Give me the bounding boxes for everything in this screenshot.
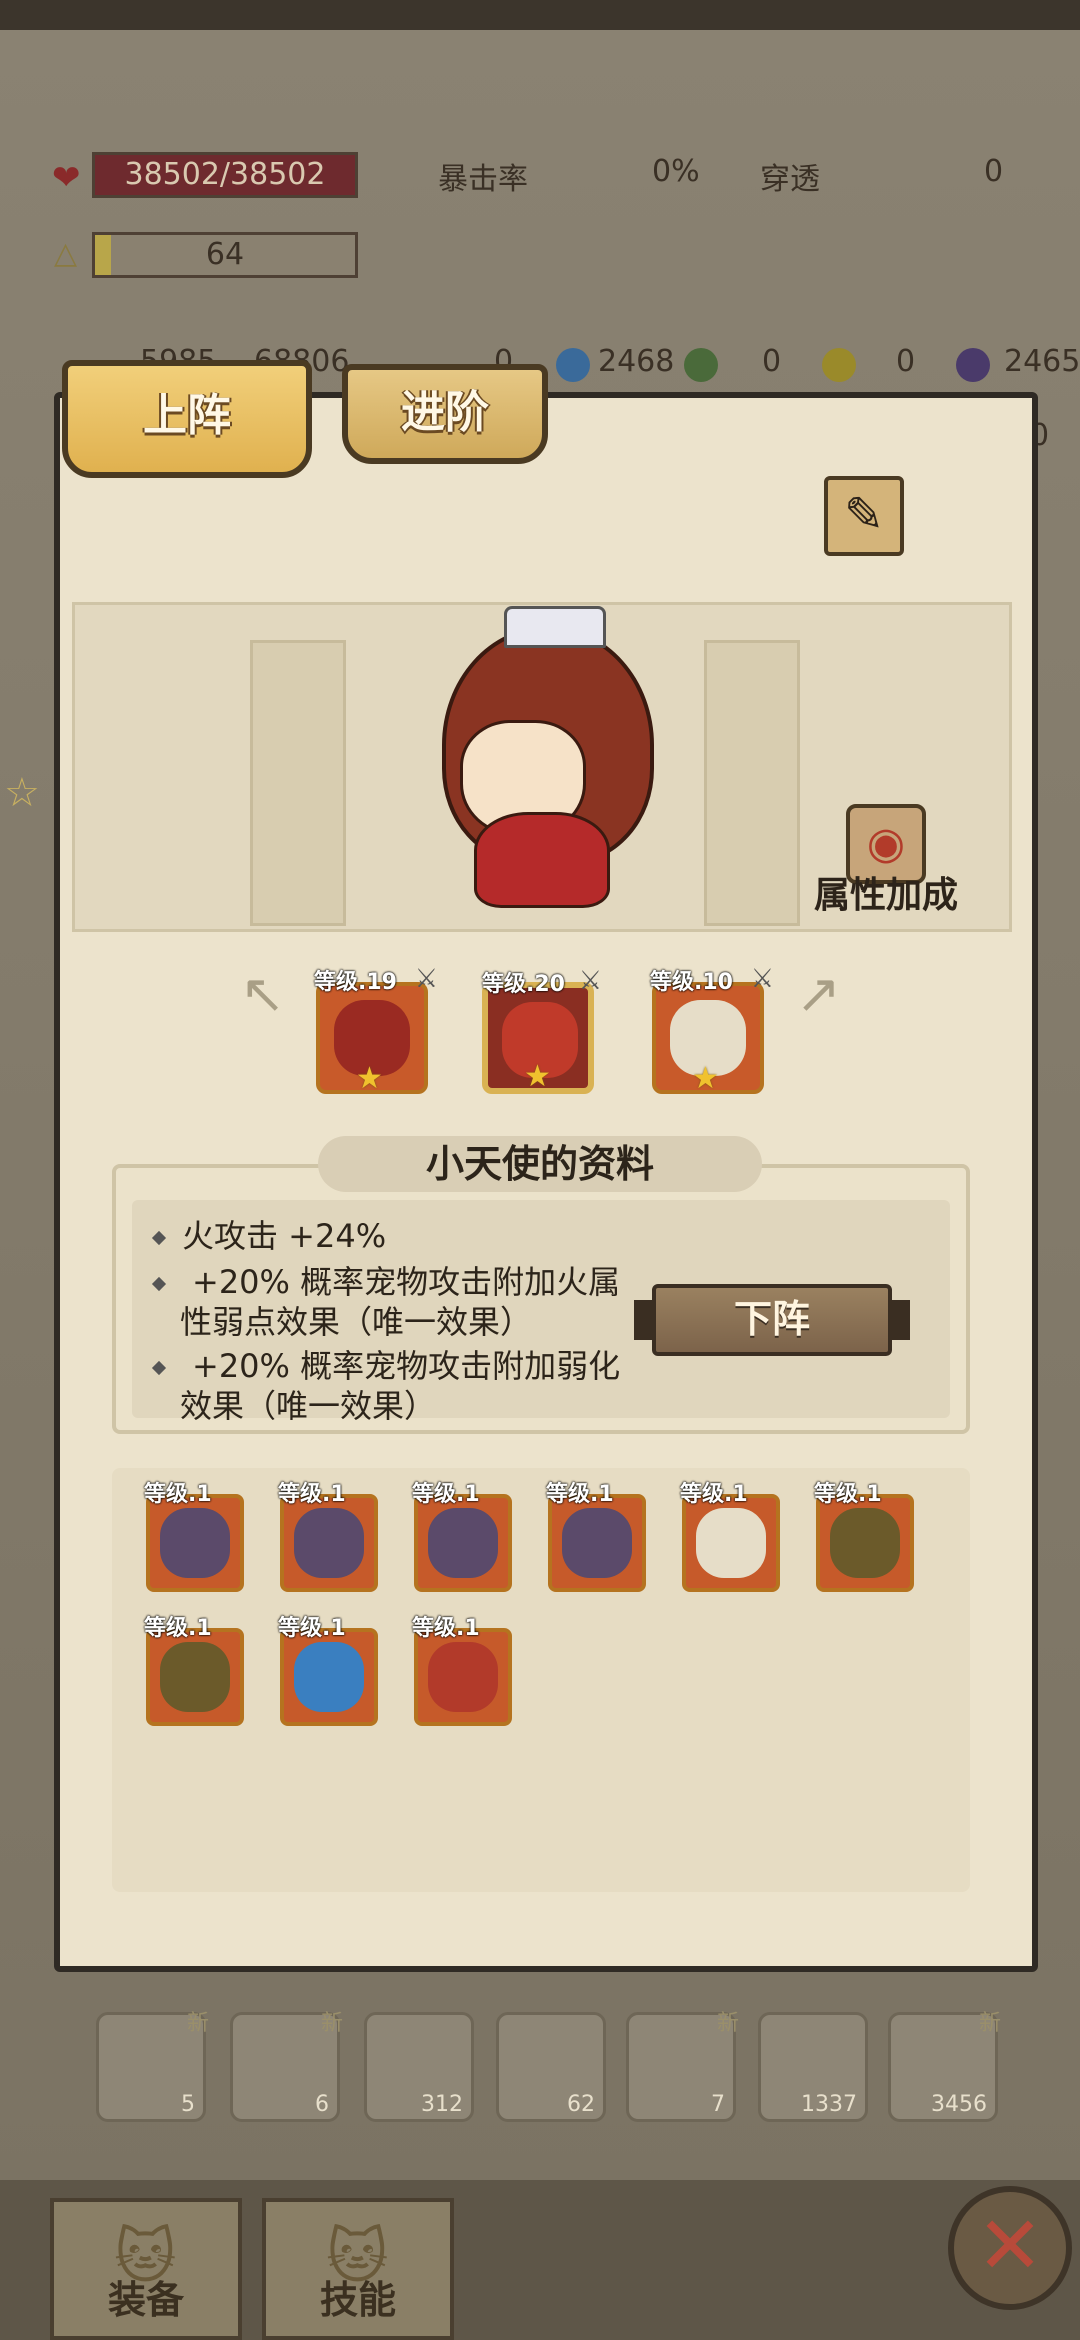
inventory-pet-slot[interactable]: 等级.1	[412, 1616, 512, 1726]
skills-tab[interactable]: 🐱 技能	[262, 2198, 454, 2340]
wind-icon	[684, 348, 718, 382]
pierce-label: 穿透	[760, 162, 820, 197]
tab-deploy[interactable]: 上阵	[62, 360, 312, 478]
stage-pillar	[250, 640, 346, 926]
bonus-line-cont: 效果（唯一效果）	[180, 1387, 437, 1425]
heart-icon: ❤	[52, 158, 81, 198]
bonus-line: +20% 概率宠物攻击附加火属	[151, 1262, 654, 1302]
top-edge	[0, 0, 1080, 30]
pierce-value: 0	[984, 154, 1004, 189]
inventory-pet-slot[interactable]: 等级.1	[814, 1482, 914, 1592]
dark-icon	[956, 348, 990, 382]
edit-button[interactable]: ✎	[824, 476, 904, 556]
rock-golem-pet-icon	[428, 1508, 498, 1578]
bg-item-slot: 62	[496, 2012, 606, 2122]
stat-value: 0	[762, 344, 782, 379]
bonus-line: +20% 概率宠物攻击附加弱化	[151, 1346, 654, 1386]
arrow-left-icon: ↖	[240, 962, 286, 1025]
pet-info-title: 小天使的资料	[318, 1136, 762, 1192]
equipped-pet-slot[interactable]: 等级.19 ⚔ ★	[314, 964, 438, 1096]
close-button[interactable]: ✕	[948, 2186, 1072, 2310]
rock-golem-pet-icon	[294, 1508, 364, 1578]
water-icon	[556, 348, 590, 382]
equipment-tab[interactable]: 🐱 装备	[50, 2198, 242, 2340]
crit-label: 暴击率	[438, 162, 528, 197]
level-bar: 64	[92, 232, 358, 278]
star-icon: ★	[524, 1059, 551, 1094]
red-dragon-pet-icon	[428, 1642, 498, 1712]
star-icon: ★	[692, 1061, 719, 1096]
sword-icon: ⚔	[414, 964, 438, 994]
bonus-line-cont: 性弱点效果（唯一效果）	[180, 1303, 533, 1341]
inventory-pet-slot[interactable]: 等级.1	[278, 1482, 378, 1592]
inventory-pet-slot[interactable]: 等级.1	[412, 1482, 512, 1592]
inventory-pet-slot[interactable]: 等级.1	[144, 1482, 244, 1592]
stat-value: 0	[896, 344, 916, 379]
inventory-pet-slot[interactable]: 等级.1	[278, 1616, 378, 1726]
sword-icon: ⚔	[578, 966, 602, 996]
bg-item-slot: 3456 新	[888, 2011, 1001, 2122]
level-icon: △	[54, 236, 78, 271]
light-icon	[822, 348, 856, 382]
bg-item-slot: 1337	[758, 2012, 868, 2122]
inventory-pet-slot[interactable]: 等级.1	[680, 1482, 780, 1592]
remove-pet-button[interactable]: 下阵	[634, 1284, 910, 1356]
blue-dragon-pet-icon	[294, 1642, 364, 1712]
bg-item-slot: 5新	[96, 2011, 209, 2122]
bg-item-slot: 312	[364, 2012, 474, 2122]
winged-shield-pet-icon	[696, 1508, 766, 1578]
bg-item-slot: 6新	[230, 2011, 343, 2122]
inventory-pet-slot[interactable]: 等级.1	[144, 1616, 244, 1726]
tab-advance[interactable]: 进阶	[342, 364, 548, 464]
equipped-pet-slot-selected[interactable]: 等级.20 ⚔ ★	[482, 966, 602, 1094]
equipped-pet-slot[interactable]: 等级.10 ⚔ ★	[650, 964, 774, 1096]
attribute-bonus-label: 属性加成	[813, 875, 958, 916]
hero-crown	[504, 606, 606, 648]
inventory-pet-slot[interactable]: 等级.1	[546, 1482, 646, 1592]
rock-golem-pet-icon	[562, 1508, 632, 1578]
hp-bar: 38502/38502	[92, 152, 358, 198]
arrow-right-icon: ↖	[796, 962, 842, 1025]
bonus-line: 火攻击 +24%	[151, 1216, 654, 1256]
stat-value: 2465	[1004, 344, 1080, 379]
stage-pillar	[704, 640, 800, 926]
star-icon: ★	[356, 1061, 383, 1096]
swirl-icon: ◉	[866, 818, 906, 869]
stat-value: 2468	[598, 344, 675, 379]
crit-value: 0%	[652, 154, 700, 189]
sword-icon: ⚔	[750, 964, 774, 994]
pencil-icon: ✎	[843, 487, 885, 543]
mandrake-pet-icon	[160, 1642, 230, 1712]
star-icon: ☆	[4, 770, 40, 816]
bg-item-slot: 7新	[626, 2011, 739, 2122]
rock-golem-pet-icon	[160, 1508, 230, 1578]
hero-body	[474, 812, 610, 908]
mandrake-pet-icon	[830, 1508, 900, 1578]
